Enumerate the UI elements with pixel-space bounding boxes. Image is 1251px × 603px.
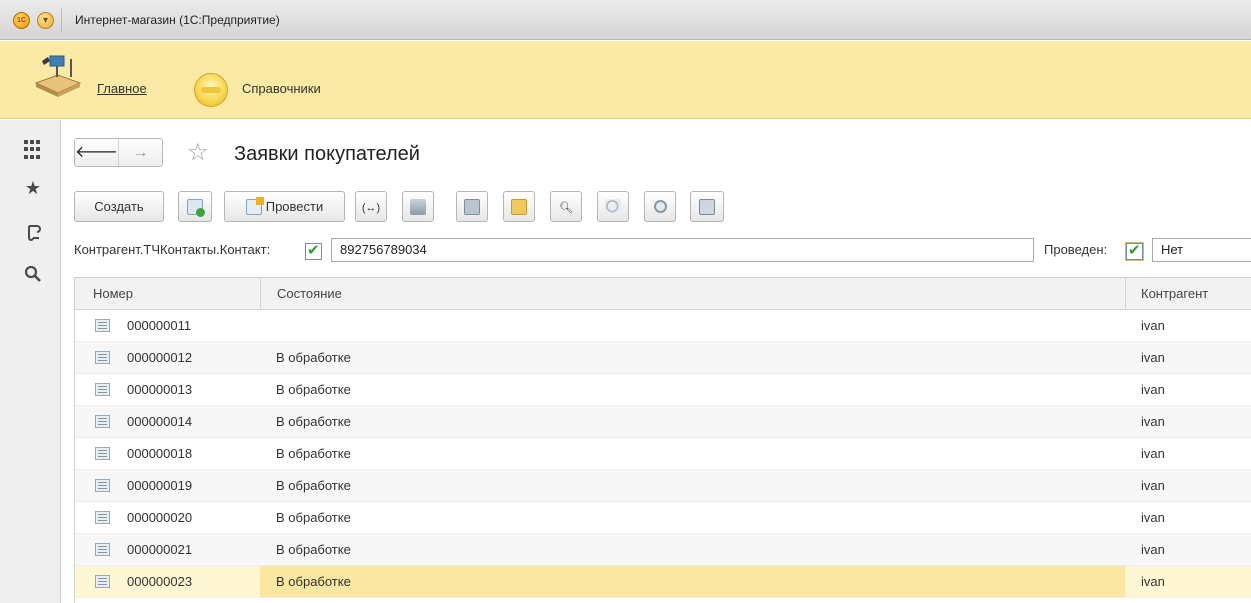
column-header-state[interactable]: Состояние xyxy=(260,278,1192,310)
table-row[interactable]: 000000021 В обработке ivan xyxy=(75,534,1251,566)
find-button[interactable]: 🔍︎ xyxy=(550,191,582,222)
table-row[interactable]: 000000023 В обработке ivan xyxy=(75,566,1251,598)
cell-counterparty: ivan xyxy=(1141,542,1165,557)
cell-counterparty: ivan xyxy=(1141,350,1165,365)
search-icon[interactable] xyxy=(23,265,43,285)
document-icon xyxy=(95,351,110,364)
cell-number: 000000023 xyxy=(127,574,193,589)
cell-counterparty: ivan xyxy=(1141,510,1165,525)
window-title-bar: 1С ▾ Интернет-магазин (1С:Предприятие) xyxy=(0,0,1251,40)
document-icon xyxy=(95,575,110,588)
cell-number: 000000011 xyxy=(127,318,192,333)
table-row[interactable]: 000000020 В обработке ivan xyxy=(75,502,1251,534)
cell-number: 000000012 xyxy=(127,350,193,365)
contact-filter-input[interactable]: 892756789034 xyxy=(331,238,1034,262)
column-header-number[interactable]: Номер xyxy=(93,278,133,310)
table-row[interactable]: 000000014 В обработке ivan xyxy=(75,406,1251,438)
document-icon xyxy=(95,479,110,492)
advanced-search-button[interactable] xyxy=(644,191,676,222)
section-main-link[interactable]: Главное xyxy=(97,81,147,96)
1c-logo-icon[interactable]: 1С xyxy=(13,12,30,29)
cell-counterparty: ivan xyxy=(1141,478,1165,493)
post-button[interactable]: Провести xyxy=(224,191,345,222)
orders-table: Номер Состояние Контрагент 000000011 ivan… xyxy=(74,277,1251,603)
zoom-icon xyxy=(653,200,667,214)
history-icon[interactable] xyxy=(23,223,43,243)
filter-icon xyxy=(410,198,426,215)
window-title: Интернет-магазин (1С:Предприятие) xyxy=(75,13,280,27)
cell-state: В обработке xyxy=(260,566,1125,597)
disk-settings-icon xyxy=(464,198,480,215)
section-directories-link[interactable]: Справочники xyxy=(242,81,321,96)
cell-state: В обработке xyxy=(276,510,351,525)
posted-filter-checkbox[interactable] xyxy=(1125,241,1144,261)
cell-counterparty: ivan xyxy=(1141,414,1165,429)
add-document-icon xyxy=(187,198,205,217)
create-copy-button[interactable] xyxy=(178,191,212,222)
document-icon xyxy=(95,415,110,428)
cell-state: В обработке xyxy=(276,350,351,365)
document-icon xyxy=(95,447,110,460)
navigation-buttons: 🡐 → xyxy=(74,138,163,167)
favorite-star-icon[interactable]: ☆ xyxy=(187,139,209,167)
sections-panel: Главное Справочники xyxy=(0,41,1251,119)
printer-icon xyxy=(699,198,715,215)
contact-filter-label: Контрагент.ТЧКонтакты.Контакт: xyxy=(74,242,271,257)
post-button-label: Провести xyxy=(265,199,324,214)
table-row[interactable]: 000000012 В обработке ivan xyxy=(75,342,1251,374)
print-button[interactable] xyxy=(690,191,724,222)
cancel-search-icon xyxy=(605,198,621,215)
cell-number: 000000018 xyxy=(127,446,193,461)
cell-state: В обработке xyxy=(276,414,351,429)
folder-settings-button[interactable] xyxy=(503,191,535,222)
cell-number: 000000019 xyxy=(127,478,193,493)
table-row[interactable]: 000000011 ivan xyxy=(75,310,1251,342)
cell-state: В обработке xyxy=(276,446,351,461)
table-body: 000000011 ivan 000000012 В обработке ivan 000… xyxy=(75,310,1251,598)
cell-number: 000000013 xyxy=(127,382,193,397)
cell-number: 000000020 xyxy=(127,510,193,525)
star-icon[interactable]: ★ xyxy=(23,178,43,198)
home-desk-icon[interactable] xyxy=(32,53,82,97)
post-document-icon xyxy=(245,196,264,215)
document-icon xyxy=(95,319,110,332)
document-icon xyxy=(95,543,110,556)
cell-number: 000000014 xyxy=(127,414,193,429)
cell-number: 000000021 xyxy=(127,542,193,557)
posted-filter-input[interactable]: Нет xyxy=(1152,238,1251,262)
cell-state: В обработке xyxy=(276,478,351,493)
posted-filter-label: Проведен: xyxy=(1044,242,1108,257)
table-row[interactable]: 000000018 В обработке ivan xyxy=(75,438,1251,470)
magnifier-icon: 🔍︎ xyxy=(559,202,573,214)
cell-state: В обработке xyxy=(276,382,351,397)
page-title: Заявки покупателей xyxy=(234,143,420,165)
left-rail: ★ xyxy=(0,120,61,603)
title-separator xyxy=(61,8,62,32)
cell-counterparty: ivan xyxy=(1141,574,1165,589)
cell-counterparty: ivan xyxy=(1141,446,1165,461)
folder-icon xyxy=(511,198,527,215)
main-menu-icon[interactable]: ▾ xyxy=(37,12,54,29)
filter-button[interactable] xyxy=(402,191,434,222)
forward-arrow-icon[interactable]: → xyxy=(119,139,162,166)
table-row[interactable]: 000000019 В обработке ivan xyxy=(75,470,1251,502)
table-row[interactable]: 000000013 В обработке ivan xyxy=(75,374,1251,406)
save-settings-button[interactable] xyxy=(456,191,488,222)
back-arrow-icon[interactable]: 🡐 xyxy=(75,139,119,166)
directories-icon[interactable] xyxy=(194,73,228,107)
cell-state xyxy=(260,310,1125,341)
range-arrows-icon: (↔) xyxy=(361,202,381,214)
cell-counterparty: ivan xyxy=(1141,382,1165,397)
cancel-search-button[interactable] xyxy=(597,191,629,222)
change-period-button[interactable]: (↔) xyxy=(355,191,387,222)
cell-state: В обработке xyxy=(276,542,351,557)
column-header-counterparty[interactable]: Контрагент xyxy=(1125,278,1251,310)
table-header: Номер Состояние Контрагент xyxy=(75,278,1251,310)
contact-filter-checkbox[interactable] xyxy=(305,241,322,260)
apps-grid-icon[interactable] xyxy=(24,140,44,160)
cell-counterparty: ivan xyxy=(1141,318,1165,333)
document-icon xyxy=(95,511,110,524)
document-icon xyxy=(95,383,110,396)
create-button[interactable]: Создать xyxy=(74,191,164,222)
